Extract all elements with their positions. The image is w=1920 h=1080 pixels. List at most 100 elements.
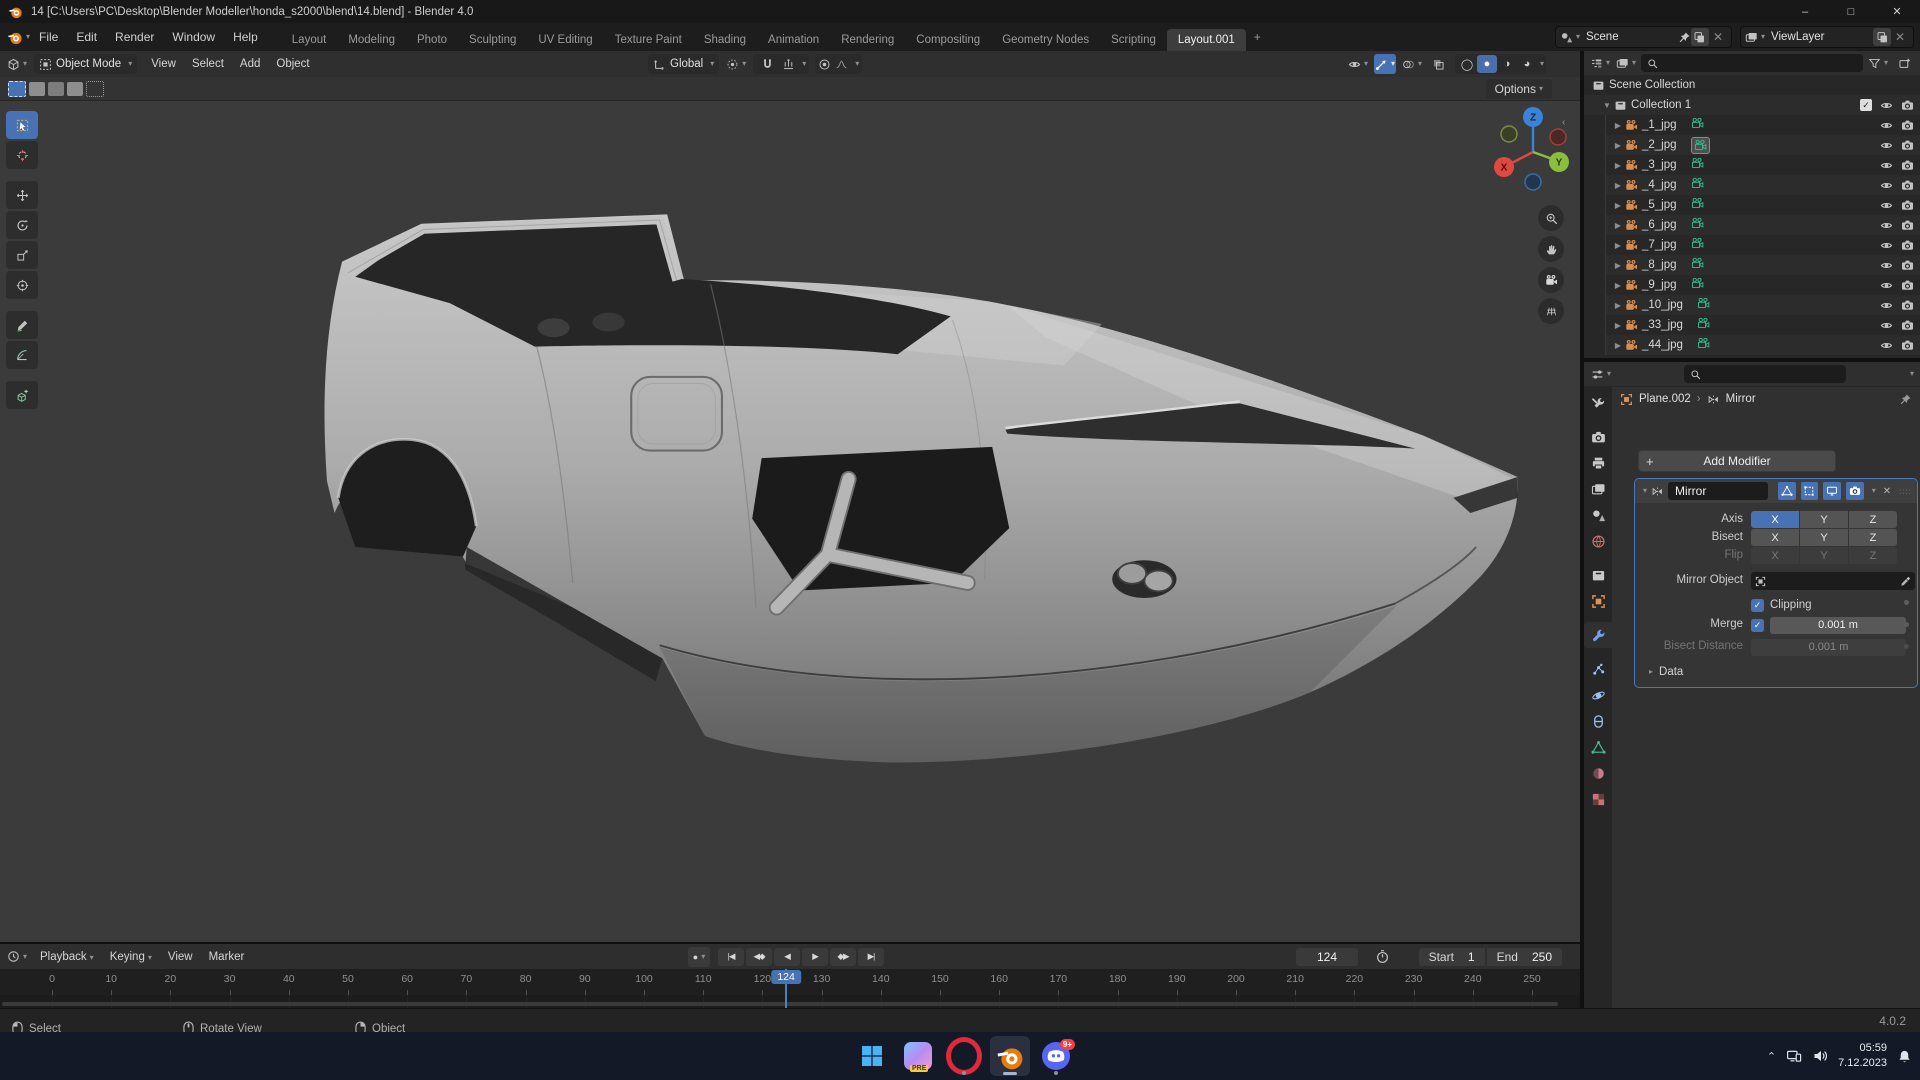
properties-options-icon[interactable]: ▾ [1910, 370, 1914, 378]
render-visibility-icon[interactable] [1901, 319, 1914, 332]
proportional-edit-group[interactable]: ▾ [815, 54, 862, 74]
outliner-row-camera[interactable]: ▶_6_jpg [1605, 215, 1920, 235]
properties-search-input[interactable] [1684, 365, 1846, 383]
shading-wireframe-button[interactable]: ◯ [1457, 55, 1477, 73]
expand-icon[interactable]: ▶ [1611, 321, 1625, 330]
tool-rotate-button[interactable] [6, 211, 38, 239]
render-visibility-icon[interactable] [1901, 219, 1914, 232]
menu-edit[interactable]: Edit [67, 26, 106, 48]
drag-handle-icon[interactable]: :::: [1899, 487, 1912, 496]
properties-tab-physics[interactable] [1584, 682, 1612, 708]
collection-checkbox[interactable]: ✓ [1860, 99, 1872, 111]
mirror-object-field[interactable] [1751, 572, 1915, 590]
select-mode-new-button[interactable] [8, 81, 26, 97]
outliner-item-label[interactable]: _2_jpg [1642, 139, 1677, 151]
render-visibility-icon[interactable] [1901, 179, 1914, 192]
snap-toggle[interactable] [756, 54, 778, 74]
tray-expand-icon[interactable]: ⌃ [1767, 1050, 1776, 1063]
expand-icon[interactable]: ▶ [1611, 261, 1625, 270]
eye-icon[interactable] [1880, 339, 1893, 352]
data-subpanel-toggle[interactable]: ▸ Data [1649, 663, 1683, 681]
breadcrumb-modifier[interactable]: Mirror [1726, 393, 1756, 405]
jump-start-button[interactable]: |◀ [718, 948, 744, 966]
workspace-tab-uv-editing[interactable]: UV Editing [527, 29, 603, 51]
taskbar-blender-button[interactable] [990, 1036, 1030, 1076]
properties-tab-particles[interactable] [1584, 656, 1612, 682]
outliner-editor-type-button[interactable]: ▾ [1589, 53, 1611, 73]
outliner-row-camera[interactable]: ▶ _8_jpg [1605, 255, 1920, 275]
tool-measure-button[interactable] [6, 341, 38, 369]
render-visibility-icon[interactable] [1901, 99, 1914, 112]
decorator-dot[interactable] [1904, 644, 1909, 649]
remove-viewlayer-button[interactable]: ✕ [1891, 28, 1909, 46]
camera-data-icon[interactable] [1691, 157, 1704, 170]
viewlayer-selector[interactable]: ▾ ViewLayer ✕ [1740, 26, 1914, 48]
eye-icon[interactable] [1880, 319, 1893, 332]
modifier-name-field[interactable]: Mirror [1668, 482, 1768, 500]
snap-group[interactable]: ▾ [753, 54, 809, 74]
xray-toggle[interactable] [1428, 54, 1450, 74]
outliner-row-camera[interactable]: ▶_2_jpg [1605, 135, 1920, 155]
render-visibility-icon[interactable] [1901, 119, 1914, 132]
workspace-tab-animation[interactable]: Animation [757, 29, 830, 51]
properties-tab-constraints[interactable] [1584, 708, 1612, 734]
viewlayer-name[interactable]: ViewLayer [1765, 31, 1873, 43]
workspace-tab-shading[interactable]: Shading [693, 29, 757, 51]
timeline-menu-keying[interactable]: Keying▾ [102, 947, 160, 967]
expand-icon[interactable]: ▶ [1611, 341, 1625, 350]
render-visibility-icon[interactable] [1901, 199, 1914, 212]
select-mode-invert-button[interactable] [67, 82, 83, 96]
maximize-button[interactable]: □ [1828, 0, 1874, 23]
render-visibility-icon[interactable] [1901, 279, 1914, 292]
outliner-row-camera[interactable]: ▶_5_jpg [1605, 195, 1920, 215]
workspace-tab-modeling[interactable]: Modeling [337, 29, 406, 51]
collapse-icon[interactable]: ▾ [1643, 487, 1647, 495]
expand-icon[interactable]: ▶ [1611, 201, 1625, 210]
properties-tab-collection[interactable] [1584, 562, 1612, 588]
tool-cursor-button[interactable] [6, 141, 38, 169]
delete-modifier-button[interactable]: ✕ [1883, 486, 1891, 497]
outliner-row-camera[interactable]: ▶_1_jpg [1605, 115, 1920, 135]
outliner-row-camera[interactable]: ▶_4_jpg [1605, 175, 1920, 195]
eye-icon[interactable] [1880, 179, 1893, 192]
zoom-button[interactable] [1538, 205, 1564, 231]
camera-data-icon[interactable] [1691, 117, 1704, 130]
modifier-panel-header[interactable]: ▾ Mirror ▾ ✕ :::: [1635, 479, 1917, 503]
outliner-item-label[interactable]: _9_jpg [1642, 279, 1677, 291]
render-visibility-icon[interactable] [1901, 339, 1914, 352]
tool-scale-button[interactable] [6, 241, 38, 269]
properties-tab-data[interactable] [1584, 734, 1612, 760]
outliner-item-label[interactable]: _8_jpg [1642, 259, 1677, 271]
outliner-search-input[interactable] [1641, 54, 1863, 72]
tool-move-button[interactable] [6, 181, 38, 209]
shading-material-button[interactable]: ◑ [1497, 55, 1517, 73]
render-visibility-icon[interactable] [1901, 259, 1914, 272]
select-mode-extend-button[interactable] [29, 82, 45, 96]
stopwatch-icon[interactable] [1375, 949, 1390, 964]
workspace-tab-sculpting[interactable]: Sculpting [458, 29, 527, 51]
taskbar-windows-start-button[interactable] [852, 1036, 892, 1076]
workspace-tab-texture-paint[interactable]: Texture Paint [604, 29, 693, 51]
properties-tab-world[interactable] [1584, 528, 1612, 554]
on-cage-toggle[interactable] [1801, 482, 1819, 500]
taskbar-designer-button[interactable]: PRE [898, 1036, 938, 1076]
bisect-distance-field[interactable]: 0.001 m [1751, 639, 1906, 656]
blender-menu-icon[interactable] [7, 29, 23, 45]
scene-selector[interactable]: ▾ Scene ✕ [1555, 26, 1732, 48]
axis-z-button[interactable]: Z [1849, 511, 1897, 528]
orientation-dropdown[interactable]: Global▾ [648, 54, 719, 74]
expand-icon[interactable]: ▶ [1611, 241, 1625, 250]
eye-icon[interactable] [1880, 219, 1893, 232]
properties-editor-type-button[interactable]: ▾ [1590, 364, 1612, 384]
outliner-row-camera[interactable]: ▶_7_jpg [1605, 235, 1920, 255]
outliner-item-label[interactable]: _10_jpg [1642, 299, 1683, 311]
add-workspace-button[interactable]: + [1246, 26, 1269, 48]
camera-data-icon[interactable] [1697, 297, 1710, 310]
next-keyframe-button[interactable]: ◆▶ [830, 948, 856, 966]
camera-data-icon[interactable] [1691, 257, 1704, 270]
breadcrumb-object[interactable]: Plane.002 [1639, 393, 1691, 405]
volume-icon[interactable] [1812, 1048, 1828, 1064]
camera-data-icon[interactable] [1694, 139, 1707, 152]
pan-button[interactable] [1538, 236, 1564, 262]
expand-icon[interactable]: ▼ [1600, 101, 1614, 110]
